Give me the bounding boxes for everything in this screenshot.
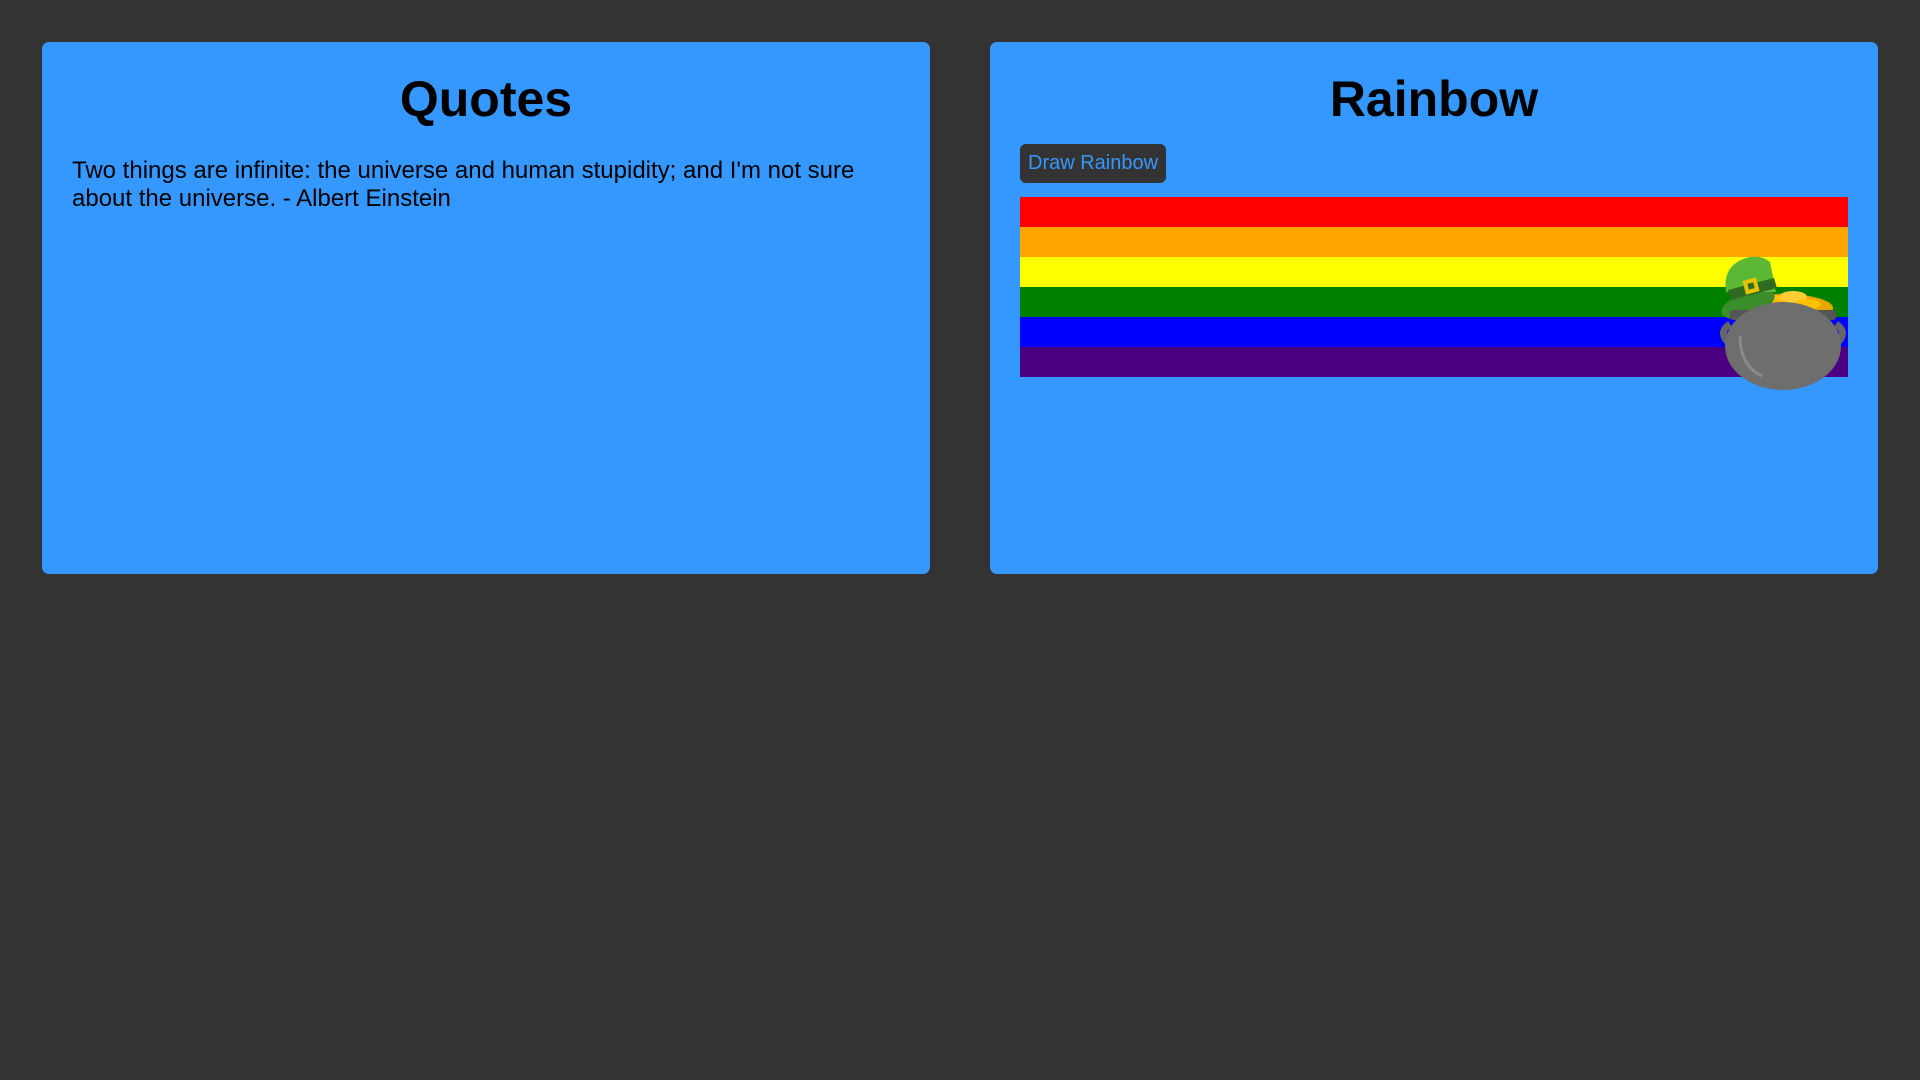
quotes-card: Quotes Two things are infinite: the univ… <box>42 42 930 574</box>
rainbow-title: Rainbow <box>1329 71 1539 127</box>
rainbow-canvas <box>1020 197 1848 390</box>
main-layout: Quotes Two things are infinite: the univ… <box>42 42 1878 574</box>
rainbow-card: Rainbow Draw Rainbow <box>990 42 1878 574</box>
quotes-title: Quotes <box>399 71 573 127</box>
pot-body <box>1725 302 1841 390</box>
rainbow-band-1 <box>1020 197 1848 227</box>
quote-text: Two things are infinite: the universe an… <box>72 157 855 212</box>
draw-rainbow-button[interactable]: Draw Rainbow <box>1020 144 1167 183</box>
pot-of-gold-icon <box>1720 256 1846 390</box>
